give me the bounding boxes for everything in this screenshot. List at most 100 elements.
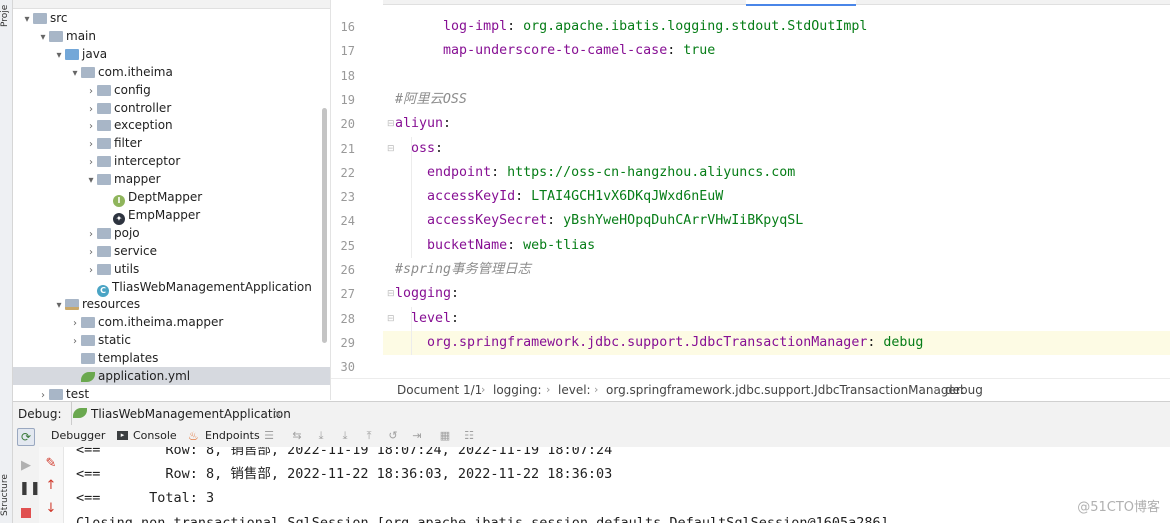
code-line[interactable]: level: — [395, 307, 459, 331]
pause-icon[interactable]: ❚❚ — [19, 482, 41, 496]
rerun-icon[interactable]: ⟳ — [17, 428, 35, 446]
tree-item-label: filter — [114, 136, 142, 151]
tree-item-label: src — [50, 11, 68, 25]
code-line[interactable]: #阿里云OSS — [395, 88, 467, 112]
down-arrow-icon[interactable]: ↓ — [44, 502, 58, 516]
resume-icon[interactable]: ▶ — [19, 459, 33, 473]
editor-tab[interactable] — [866, 0, 986, 4]
code-text: : — [547, 213, 564, 229]
step-over-icon[interactable]: ⤓ — [315, 430, 327, 442]
tree-item-label: exception — [114, 118, 173, 133]
yaml-key: level — [411, 310, 452, 326]
code-text: : — [451, 310, 460, 326]
step-out-icon[interactable]: ⤒ — [363, 430, 375, 442]
fold-marker-icon[interactable]: ⊟ — [387, 112, 395, 136]
code-line[interactable]: logging: — [395, 282, 459, 306]
yaml-key: aliyun — [395, 116, 444, 132]
tree-item[interactable]: templates — [13, 349, 330, 367]
tree-item[interactable]: application.yml — [13, 367, 330, 385]
folder-icon — [81, 317, 95, 329]
tree-item[interactable]: › service — [13, 242, 330, 260]
tree-item[interactable]: › config — [13, 81, 330, 99]
tree-item[interactable]: ▾ com.itheima — [13, 63, 330, 81]
breadcrumb-item[interactable]: Document 1/1 — [397, 379, 482, 400]
code-line[interactable]: aliyun: — [395, 112, 451, 136]
project-tool-tab[interactable]: Proje — [0, 0, 12, 32]
tree-item[interactable]: › com.itheima.mapper — [13, 313, 330, 331]
yaml-key: oss — [411, 140, 436, 156]
line-number: 26 — [340, 263, 355, 277]
code-line[interactable]: map-underscore-to-camel-case: true — [395, 39, 715, 63]
tree-item[interactable]: C TliasWebManagementApplication — [13, 278, 330, 297]
line-number: 27 — [340, 287, 355, 302]
stop-icon[interactable] — [21, 508, 31, 518]
line-number: 24 — [340, 214, 355, 229]
code-line[interactable]: accessKeyId: LTAI4GCH1vX6DKqJWxd6nEuW — [395, 185, 723, 209]
tree-item-label: templates — [98, 351, 159, 366]
menu-icon[interactable]: ☰ — [263, 430, 275, 442]
step-into-icon[interactable]: ⤓ — [339, 430, 351, 442]
line-number: 19 — [340, 92, 355, 107]
tree-item[interactable]: I DeptMapper — [13, 188, 330, 207]
tree-item[interactable]: › exception — [13, 116, 330, 134]
editor-tab[interactable] — [576, 0, 736, 4]
fold-marker-icon[interactable]: ⊟ — [387, 137, 395, 161]
drop-frame-icon[interactable]: ↺ — [387, 430, 399, 442]
console-actions-bar: ✎ ↑ ↓ — [39, 447, 64, 523]
code-line[interactable]: org.springframework.jdbc.support.JdbcTra… — [395, 331, 923, 355]
tree-item[interactable]: ▾ src — [13, 9, 330, 27]
tree-item-label: utils — [114, 261, 140, 276]
editor-tab[interactable] — [436, 0, 566, 4]
show-execution-point-icon[interactable]: ⇆ — [291, 430, 303, 442]
tree-item-label: com.itheima — [98, 64, 173, 79]
breadcrumb-item[interactable]: level: — [558, 379, 591, 400]
folder-icon — [49, 30, 63, 42]
up-arrow-icon[interactable]: ↑ — [44, 479, 58, 493]
tree-item[interactable]: › test — [13, 385, 330, 400]
structure-tool-tab[interactable]: Structure — [0, 468, 12, 523]
tree-item[interactable]: ▾ main — [13, 27, 330, 45]
yaml-key: logging — [395, 286, 452, 302]
close-icon[interactable]: × — [273, 402, 283, 426]
tree-item[interactable]: › filter — [13, 134, 330, 152]
tree-item[interactable]: ▾ java — [13, 45, 330, 63]
evaluate-icon[interactable]: ▦ — [439, 430, 451, 442]
chevron-right-icon[interactable]: › — [37, 387, 49, 400]
tab-debugger[interactable]: Debugger — [51, 425, 105, 447]
folder-icon — [97, 227, 111, 239]
tab-console[interactable]: Console — [133, 425, 177, 447]
tree-item[interactable]: › pojo — [13, 224, 330, 242]
code-line[interactable]: oss: — [395, 137, 443, 161]
tab-endpoints[interactable]: Endpoints — [205, 425, 260, 447]
code-line[interactable]: endpoint: https://oss-cn-hangzhou.aliyun… — [395, 161, 795, 185]
debug-label: Debug: — [18, 407, 62, 421]
tree-item[interactable]: ▾ resources — [13, 295, 330, 313]
tree-item[interactable]: › utils — [13, 260, 330, 278]
run-config-tab[interactable]: TliasWebManagementApplication — [91, 402, 291, 426]
editor-tab-active[interactable] — [746, 0, 856, 6]
code-line[interactable]: bucketName: web-tlias — [395, 234, 595, 258]
breadcrumb-item[interactable]: org.springframework.jdbc.support.JdbcTra… — [606, 379, 965, 400]
clear-icon[interactable]: ✎ — [44, 457, 58, 471]
tree-item[interactable]: ▾ mapper — [13, 170, 330, 188]
fold-marker-icon[interactable]: ⊟ — [387, 307, 395, 331]
tree-item[interactable]: › static — [13, 331, 330, 349]
run-to-cursor-icon[interactable]: ⇥ — [411, 430, 423, 442]
breadcrumb-item[interactable]: debug — [945, 379, 983, 400]
tree-item[interactable]: › controller — [13, 99, 330, 117]
tree-item-label: resources — [82, 297, 141, 312]
editor[interactable]: 16 17 18 19 20 21 22 23 24 25 26 27 28 29 30 log-impl:… — [331, 0, 1170, 400]
tree-item[interactable]: › interceptor — [13, 152, 330, 170]
tree-item[interactable]: ✦ EmpMapper — [13, 206, 330, 225]
breadcrumb-separator-icon: › — [481, 383, 486, 396]
resources-folder-icon — [65, 299, 79, 311]
folder-icon — [97, 120, 111, 132]
code-line[interactable]: #spring事务管理日志 — [395, 258, 531, 282]
code-line[interactable]: log-impl: org.apache.ibatis.logging.stdo… — [395, 15, 867, 39]
tree-scrollbar[interactable] — [322, 108, 327, 343]
settings-icon[interactable]: ☷ — [463, 430, 475, 442]
code-line[interactable]: accessKeySecret: yBshYweHOpqDuhCArrVHwIi… — [395, 209, 803, 233]
console-output[interactable]: <== Row: 8, 销售部, 2022-11-19 18:07:24, 20… — [64, 447, 1170, 523]
fold-marker-icon[interactable]: ⊟ — [387, 282, 395, 306]
breadcrumb-item[interactable]: logging: — [493, 379, 542, 400]
